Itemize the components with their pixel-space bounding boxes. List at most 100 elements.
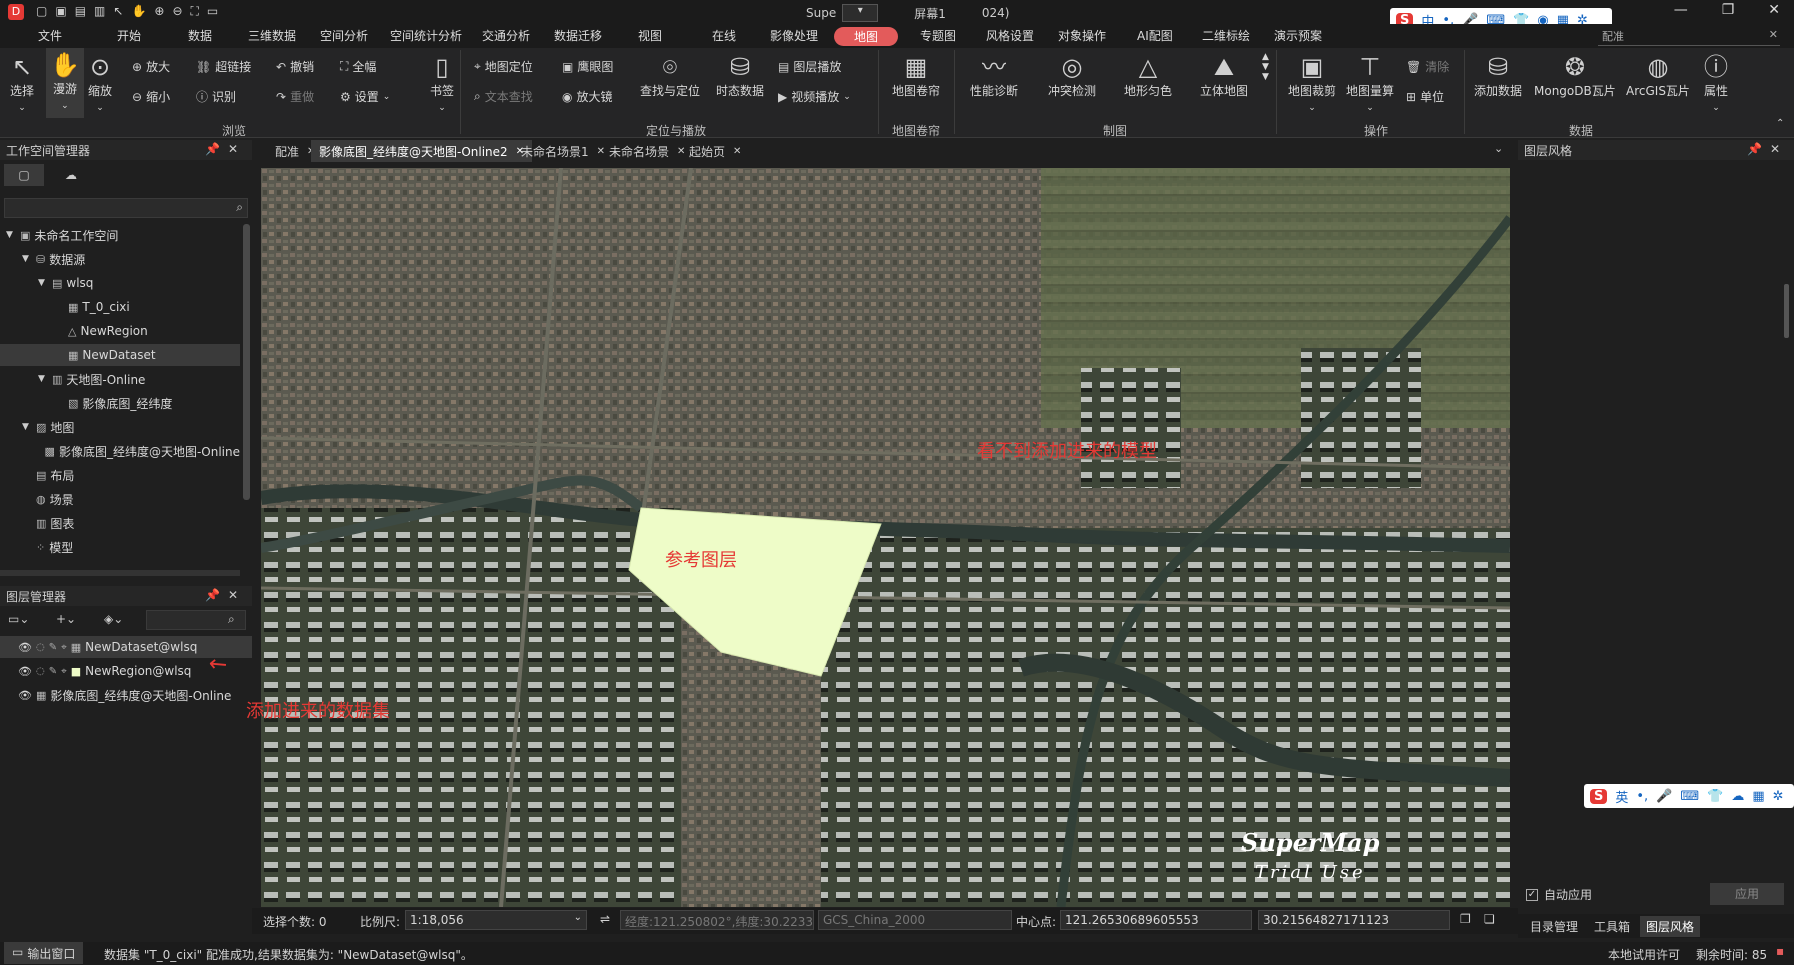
tree-node[interactable]: ▩ 影像底图_经纬度@天地图-Online xyxy=(0,440,240,462)
menu-map[interactable]: 地图 xyxy=(834,27,899,46)
tree-node[interactable]: ▼ ▤ wlsq xyxy=(0,272,240,294)
menu-object-ops[interactable]: 对象操作 xyxy=(1058,27,1106,44)
pin-icon[interactable]: 📌 xyxy=(1747,142,1770,156)
ime-mode[interactable]: 英 xyxy=(1615,787,1628,806)
hyperlink-button[interactable]: ⛓ 超链接 xyxy=(196,58,251,75)
layer-open-icon[interactable]: ▭⌄ xyxy=(8,612,29,626)
tab-toolbox[interactable]: 工具箱 xyxy=(1594,918,1630,935)
clear-search-icon[interactable]: ✕ xyxy=(1769,28,1778,41)
full-extent-icon[interactable]: ⛶ xyxy=(191,4,199,19)
snap-icon[interactable]: ⌖ xyxy=(61,642,67,653)
arcgis-tile-button[interactable]: ◍ ArcGIS瓦片 xyxy=(1626,52,1690,99)
tree-node[interactable]: ▼ ▥ 天地图-Online xyxy=(0,368,240,390)
perf-diagnosis-button[interactable]: 〰性能诊断 xyxy=(970,52,1018,99)
pan-button[interactable]: ✋ 漫游 ⌄ xyxy=(46,48,84,118)
menu-data-migration[interactable]: 数据迁移 xyxy=(554,27,602,44)
eye-icon[interactable]: 👁 xyxy=(18,689,32,702)
expand-chevron-icon[interactable]: ▼ xyxy=(38,374,48,384)
ime-apps-icon[interactable]: ▦ xyxy=(1752,789,1764,804)
ime-toolbar-bottom[interactable]: S 英 •, 🎤 ⌨ 👕 ☁ ▦ ✲ xyxy=(1584,784,1794,808)
redo-button[interactable]: ↷ 重做 xyxy=(276,88,314,105)
undo-button[interactable]: ↶ 撤销 xyxy=(276,58,314,75)
tab-layer-style[interactable]: 图层风格 xyxy=(1640,916,1701,937)
menu-style[interactable]: 风格设置 xyxy=(986,27,1034,44)
video-play-button[interactable]: ▶ 视频播放 ⌄ xyxy=(778,88,851,105)
search-icon[interactable]: ⌕ xyxy=(236,200,243,215)
tree-node[interactable]: △ NewRegion xyxy=(0,320,240,342)
zoom-in-icon[interactable]: ⊕ xyxy=(154,4,164,19)
map-swipe-button[interactable]: ▦ 地图卷帘 xyxy=(892,52,940,99)
document-tab[interactable]: 起始页 ✕ xyxy=(681,140,749,162)
maximize-button[interactable]: ❐ xyxy=(1722,2,1735,18)
magnifier-button[interactable]: ◉ 放大镜 xyxy=(562,88,613,105)
layer-add-icon[interactable]: +⌄ xyxy=(56,612,76,626)
conflict-detect-button[interactable]: ◎ 冲突检测 xyxy=(1048,52,1096,99)
map-view[interactable]: 参考图层 看不到添加进来的模型 SuperMap Trial Use xyxy=(261,168,1510,907)
eagle-eye-button[interactable]: ▣ 鹰眼图 xyxy=(562,58,613,75)
center-x-field[interactable]: 121.26530689605553 xyxy=(1060,910,1252,930)
workspace-hscrollbar[interactable] xyxy=(0,570,240,576)
menu-3d-data[interactable]: 三维数据 xyxy=(248,27,296,44)
tree-node[interactable]: ◍ 场景 xyxy=(0,488,240,510)
layer-play-button[interactable]: ▤ 图层播放 xyxy=(778,58,841,75)
tab-overflow-icon[interactable]: ⌄ xyxy=(1494,142,1503,155)
properties-button[interactable]: ⓘ 属性 ⌄ xyxy=(1704,52,1728,113)
coord-field[interactable]: 经度:121.250802°,纬度:30.22333° xyxy=(620,910,814,930)
copy-icon[interactable]: ❐ xyxy=(1460,912,1471,926)
expand-chevron-icon[interactable]: ▼ xyxy=(38,278,48,288)
style-scrollbar[interactable] xyxy=(1784,284,1789,338)
close-button[interactable]: ✕ xyxy=(1768,2,1780,18)
close-icon[interactable]: ✕ xyxy=(228,142,246,156)
tree-node[interactable]: ⁘ 模型 xyxy=(0,536,240,558)
snap-icon[interactable]: ⌖ xyxy=(61,666,67,677)
menu-plotting[interactable]: 二维标绘 xyxy=(1202,27,1250,44)
auto-apply-checkbox[interactable]: ✓ xyxy=(1526,888,1538,901)
pin-icon[interactable]: 📌 xyxy=(205,142,228,156)
menu-online[interactable]: 在线 xyxy=(712,27,736,44)
terrain-color-button[interactable]: △ 地形匀色 xyxy=(1124,52,1172,99)
menu-start[interactable]: 开始 xyxy=(117,27,141,44)
tree-node[interactable]: ▼ ⛁ 数据源 xyxy=(0,248,240,270)
text-search-button[interactable]: ⌕ 文本查找 xyxy=(474,88,533,105)
tree-node[interactable]: ▦ NewDataset xyxy=(0,344,240,366)
crs-field[interactable]: GCS_China_2000 xyxy=(818,910,1012,930)
selectable-icon[interactable]: ◌ xyxy=(36,666,45,677)
map-locate-button[interactable]: ⌖ 地图定位 xyxy=(474,58,533,75)
unit-button[interactable]: ⊞ 单位 xyxy=(1406,88,1444,105)
map-algebra-button[interactable]: ⊤ 地图量算 ⌄ xyxy=(1346,52,1394,113)
ime-mic-icon[interactable]: 🎤 xyxy=(1656,789,1672,804)
center-y-field[interactable]: 30.21564827171123 xyxy=(1258,910,1450,930)
tree-node[interactable]: ▥ 图表 xyxy=(0,512,240,534)
tree-node[interactable]: ▼ ▣ 未命名工作空间 xyxy=(0,224,240,246)
tree-node[interactable]: ▼ ▨ 地图 xyxy=(0,416,240,438)
paste-icon[interactable]: ❏ xyxy=(1484,912,1495,926)
workspace-search-input[interactable]: ⌕ xyxy=(4,198,248,218)
clear-button[interactable]: 🗑 清除 xyxy=(1406,58,1449,75)
select-button[interactable]: ↖ 选择 ⌄ xyxy=(10,52,34,113)
stereo-map-button[interactable]: ⛰ 立体地图 xyxy=(1200,52,1248,99)
menu-spatial-stats[interactable]: 空间统计分析 xyxy=(390,27,462,44)
document-tab[interactable]: 未命名场景 ✕ xyxy=(601,140,693,162)
eye-icon[interactable]: 👁 xyxy=(18,665,32,678)
workspace-tab-icon[interactable]: ▢ xyxy=(4,164,44,186)
ribbon-search-box[interactable]: 配准 ✕ xyxy=(1598,28,1780,46)
save-icon[interactable]: ▣ xyxy=(55,4,66,19)
tree-node[interactable]: ▦ T_0_cixi xyxy=(0,296,240,318)
pin-icon[interactable]: 📌 xyxy=(205,588,228,602)
tab-catalog[interactable]: 目录管理 xyxy=(1530,918,1578,935)
tree-node[interactable]: ▧ 影像底图_经纬度 xyxy=(0,392,240,414)
ime-cloud-icon[interactable]: ☁ xyxy=(1731,789,1744,804)
edit-icon[interactable]: ✎ xyxy=(49,642,57,653)
notification-icon[interactable]: ▪ xyxy=(1776,944,1784,958)
swap-icon[interactable]: ⇌ xyxy=(600,912,610,926)
new-icon[interactable]: ▢ xyxy=(36,4,47,19)
map-clip-button[interactable]: ▣ 地图裁剪 ⌄ xyxy=(1288,52,1336,113)
menu-data[interactable]: 数据 xyxy=(188,27,212,44)
settings-button[interactable]: ⚙ 设置 ⌄ xyxy=(340,88,390,105)
close-tab-icon[interactable]: ✕ xyxy=(733,146,741,157)
search-icon[interactable]: ⌕ xyxy=(228,612,235,627)
close-file-icon[interactable]: ▥ xyxy=(94,4,105,19)
ime-punct-icon[interactable]: •, xyxy=(1636,789,1648,804)
document-tab[interactable]: 影像底图_经纬度@天地图-Online2 ✕ xyxy=(311,140,533,162)
temporal-data-button[interactable]: ⛁ 时态数据 xyxy=(716,52,764,99)
